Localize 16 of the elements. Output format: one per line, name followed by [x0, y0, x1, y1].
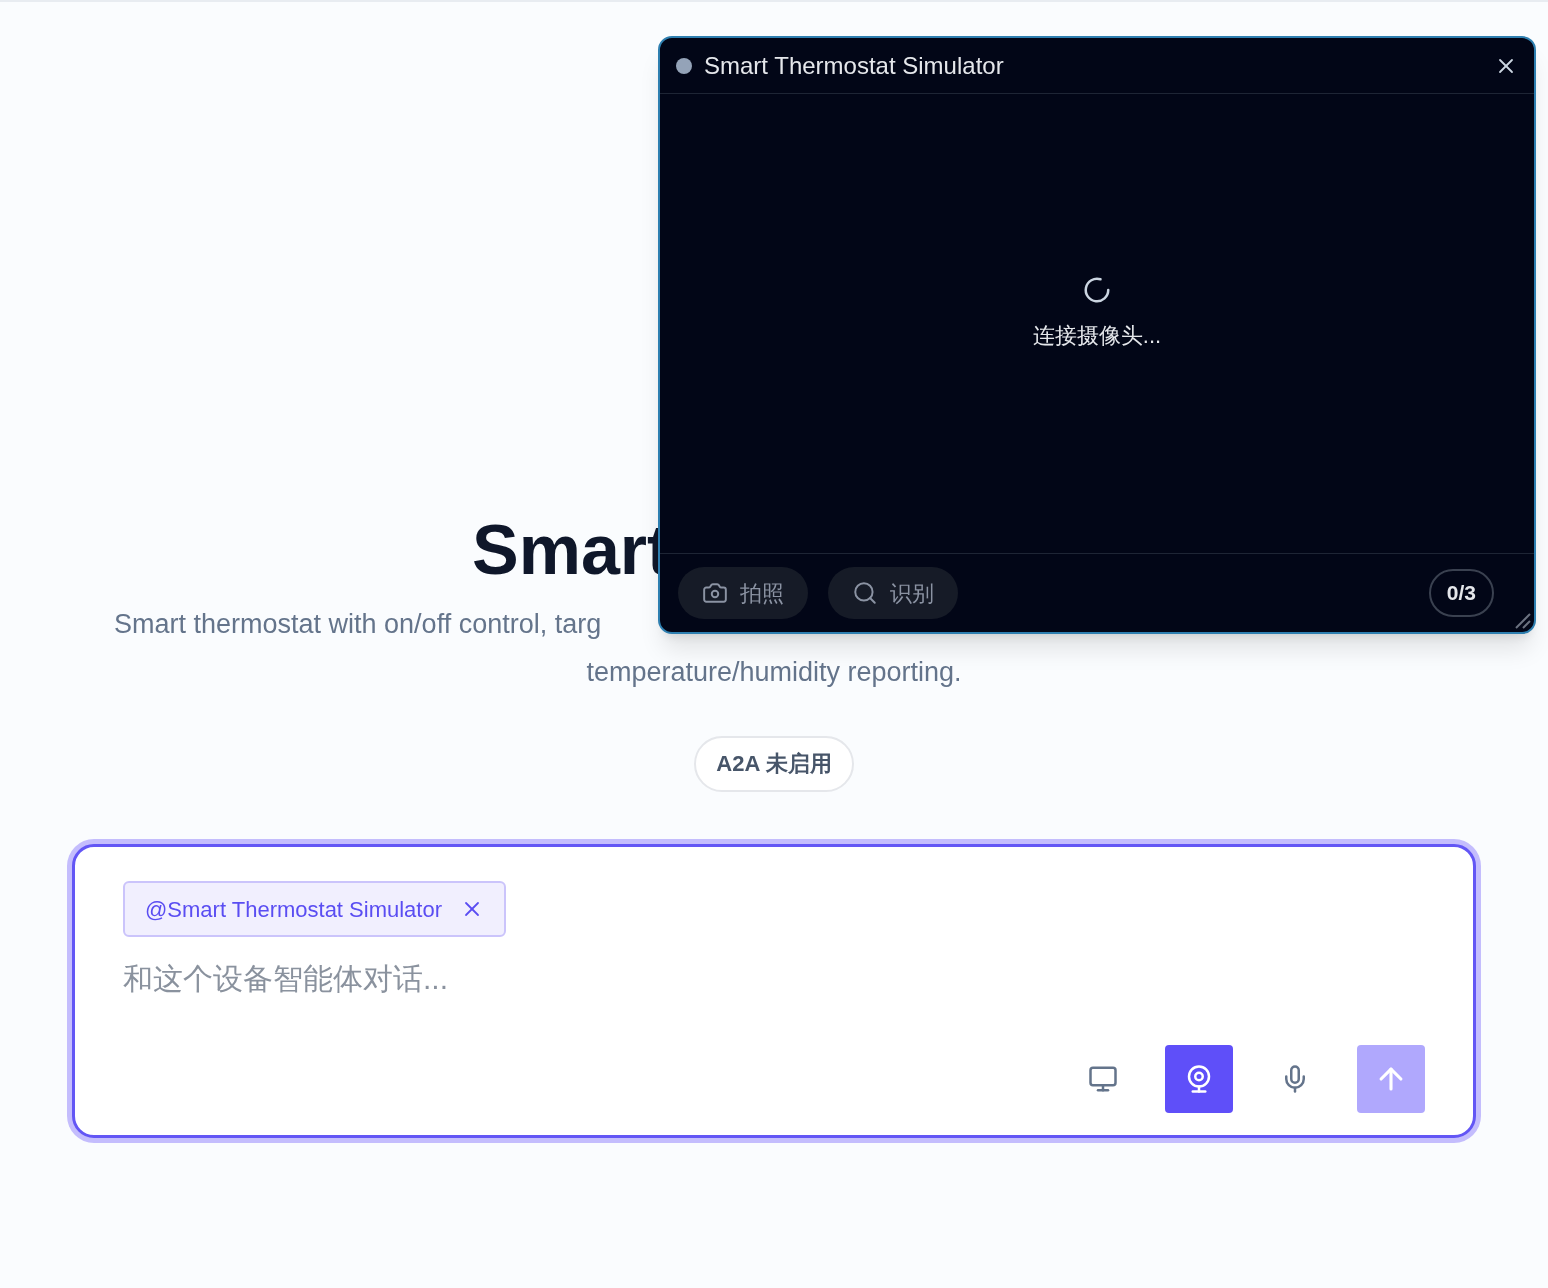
- camera-icon: [702, 580, 728, 606]
- status-badge: A2A 未启用: [694, 736, 854, 792]
- monitor-icon: [1088, 1064, 1118, 1094]
- search-icon: [852, 580, 878, 606]
- loading-text: 连接摄像头...: [1032, 322, 1162, 350]
- mention-chip[interactable]: @Smart Thermostat Simulator: [123, 881, 506, 937]
- spinner-icon: [1082, 275, 1112, 305]
- device-description: temperature/humidity reporting.: [586, 656, 962, 689]
- device-description: Smart thermostat with on/off control, targ: [114, 608, 602, 641]
- camera-action-button[interactable]: 拍照: [678, 567, 808, 619]
- camera-action-button[interactable]: 识别: [828, 567, 958, 619]
- tool-button[interactable]: [1165, 1045, 1233, 1113]
- message-input[interactable]: 和这个设备智能体对话...: [123, 955, 1425, 1003]
- photo-counter: 0/3: [1428, 569, 1494, 617]
- mention-label: @Smart Thermostat Simulator: [145, 895, 442, 924]
- window-title: Smart Thermostat Simulator: [704, 50, 1004, 81]
